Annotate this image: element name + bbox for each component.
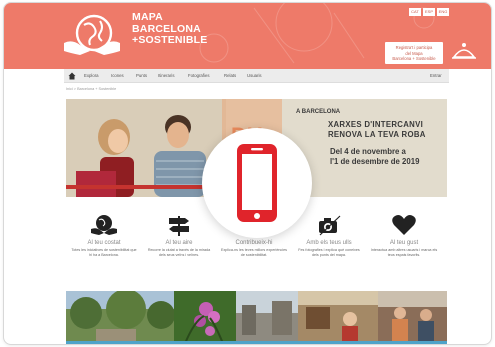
feature-desc: Explica-ns les teves millors experièncie… [221, 248, 287, 257]
feature-title: Al teu costat [87, 240, 121, 246]
mobile-device-badge [202, 128, 312, 238]
banner-title-2: RENOVA LA TEVA ROBA [328, 130, 426, 139]
feature-title: Amb els teus ulls [306, 240, 352, 246]
nav-login-link[interactable]: Entrar [430, 73, 442, 78]
photo-strip [66, 291, 447, 345]
banner-date-2: l'1 de desembre de 2019 [330, 157, 420, 166]
nav-item-fotografies[interactable]: Fotografies [188, 73, 210, 78]
feature-title: Contribueix-hi [235, 240, 273, 246]
register-line-3: Barcelona + Sostenible [392, 56, 436, 61]
nav-item-explora[interactable]: Explora [84, 73, 99, 78]
photo-trees[interactable] [66, 291, 174, 345]
banner-title-1: XARXES D'INTERCANVI [328, 120, 424, 129]
site-header: MAPA BARCELONA +SOSTENIBLE CAT ESP ENG R… [4, 3, 491, 69]
nav-item-icones[interactable]: Icones [111, 73, 124, 78]
feature-al-teu-gust[interactable]: Al teu gust Interactua amb altres usuari… [370, 214, 438, 258]
heart-icon [392, 215, 416, 235]
signpost-icon [169, 216, 189, 236]
feature-al-teu-aire[interactable]: Al teu aire Recorre la ciutat a través d… [145, 214, 213, 258]
feature-amb-els-teus-ulls[interactable]: Amb els teus ulls Fes fotografies i expl… [295, 214, 363, 258]
feature-desc: Fes fotografies i explica què coneixes d… [298, 248, 360, 257]
photo-street[interactable] [236, 291, 298, 345]
feature-title: Al teu aire [165, 240, 193, 246]
logo-line-3: +SOSTENIBLE [132, 34, 208, 46]
home-icon[interactable] [68, 72, 76, 80]
camera-icon [319, 215, 341, 236]
user-cloche-icon [452, 43, 476, 59]
banner-top-text: A BARCELONA [296, 109, 341, 115]
browser-screenshot-frame: MAPA BARCELONA +SOSTENIBLE CAT ESP ENG R… [3, 2, 492, 345]
nav-item-itineraris[interactable]: Itineraris [158, 73, 174, 78]
globe-hands-logo-icon[interactable] [62, 13, 122, 57]
lang-cat-button[interactable]: CAT [409, 8, 421, 16]
lang-eng-button[interactable]: ENG [437, 8, 449, 16]
feature-al-teu-costat[interactable]: Al teu costat Totes les iniciatives de s… [70, 214, 138, 258]
lang-esp-button[interactable]: ESP [423, 8, 435, 16]
photo-shop[interactable] [298, 291, 378, 345]
register-box[interactable]: Registra't i participa del Mapa Barcelon… [385, 42, 443, 64]
photo-people[interactable] [378, 291, 447, 345]
photo-flowers[interactable] [174, 291, 236, 345]
main-nav: Explora Icones Punts Itineraris Fotograf… [64, 69, 449, 83]
logo-line-1: MAPA [132, 11, 163, 23]
banner-date-1: Del 4 de novembre a [330, 147, 406, 156]
feature-desc: Totes les iniciatives de sostenibilitat … [71, 248, 137, 257]
breadcrumb[interactable]: Inici > Barcelona + Sostenible [66, 87, 116, 91]
feature-title: Al teu gust [389, 240, 419, 246]
feature-desc: Recorre la ciutat a través de la mirada … [147, 248, 211, 257]
nav-item-relats[interactable]: Relats [224, 73, 236, 78]
globe-hands-icon [91, 215, 117, 235]
feature-desc: Interactua amb altres usuaris i marca el… [370, 248, 438, 257]
site-logo-text[interactable]: MAPA BARCELONA +SOSTENIBLE [132, 11, 208, 47]
nav-item-usuaris[interactable]: Usuaris [247, 73, 262, 78]
smartphone-icon [237, 144, 277, 222]
nav-item-punts[interactable]: Punts [136, 73, 147, 78]
